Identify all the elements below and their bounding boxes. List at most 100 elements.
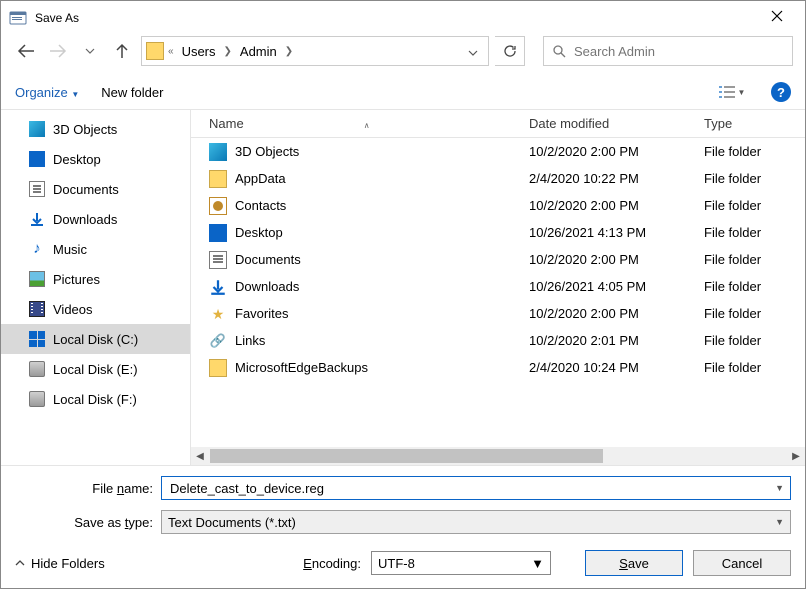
up-arrow-icon	[115, 43, 129, 59]
address-dropdown[interactable]	[462, 44, 484, 59]
row-name: Contacts	[235, 198, 529, 213]
row-date: 10/2/2020 2:01 PM	[529, 333, 704, 348]
chevron-down-icon[interactable]: ▼	[775, 483, 784, 493]
breadcrumb[interactable]: Admin	[236, 42, 281, 61]
tree-item-label: 3D Objects	[53, 122, 117, 137]
col-name[interactable]: Name	[209, 116, 244, 131]
encoding-select[interactable]: UTF-8 ▼	[371, 551, 551, 575]
desktop-icon	[209, 224, 227, 242]
forward-arrow-icon	[49, 44, 67, 58]
3d-icon	[29, 121, 45, 137]
recent-dropdown[interactable]	[77, 38, 103, 64]
scroll-right-icon[interactable]: ▶	[787, 451, 805, 462]
folder-icon	[146, 42, 164, 60]
list-row[interactable]: Documents10/2/2020 2:00 PMFile folder	[191, 246, 805, 273]
scroll-thumb[interactable]	[210, 449, 603, 463]
help-button[interactable]: ?	[771, 82, 791, 102]
column-headers[interactable]: Name∧ Date modified Type	[191, 110, 805, 138]
search-input[interactable]	[572, 43, 784, 60]
filename-field[interactable]: ▼	[161, 476, 791, 500]
address-bar[interactable]: « Users ❯ Admin ❯	[141, 36, 489, 66]
row-date: 10/26/2021 4:13 PM	[529, 225, 704, 240]
footer: Hide Folders Encoding: UTF-8 ▼ Save Canc…	[1, 538, 805, 588]
tree-item-label: Pictures	[53, 272, 100, 287]
close-icon	[771, 10, 783, 22]
tree-item-label: Downloads	[53, 212, 117, 227]
organize-menu[interactable]: Organize ▼	[15, 85, 79, 100]
tree-item-label: Local Disk (F:)	[53, 392, 137, 407]
tree-item[interactable]: Videos	[1, 294, 190, 324]
down-icon	[29, 211, 45, 227]
scroll-track[interactable]	[209, 448, 787, 464]
tree-item-label: Desktop	[53, 152, 101, 167]
list-row[interactable]: Desktop10/26/2021 4:13 PMFile folder	[191, 219, 805, 246]
tree-item[interactable]: Pictures	[1, 264, 190, 294]
disk-icon	[29, 361, 45, 377]
save-form: File name: ▼ Save as type: Text Document…	[1, 466, 805, 538]
rows[interactable]: 3D Objects10/2/2020 2:00 PMFile folderAp…	[191, 138, 805, 447]
row-name: MicrosoftEdgeBackups	[235, 360, 529, 375]
row-type: File folder	[704, 225, 761, 240]
tree-item[interactable]: Local Disk (F:)	[1, 384, 190, 414]
tree-item[interactable]: Documents	[1, 174, 190, 204]
music-icon: ♪	[29, 241, 45, 257]
list-row[interactable]: AppData2/4/2020 10:22 PMFile folder	[191, 165, 805, 192]
col-type[interactable]: Type	[704, 116, 805, 131]
tree-item-label: Music	[53, 242, 87, 257]
row-date: 10/2/2020 2:00 PM	[529, 252, 704, 267]
hide-folders-label: Hide Folders	[31, 556, 105, 571]
search-box[interactable]	[543, 36, 793, 66]
win-icon	[29, 331, 45, 347]
search-icon	[552, 44, 566, 58]
row-name: Downloads	[235, 279, 529, 294]
up-button[interactable]	[109, 38, 135, 64]
chevron-down-icon[interactable]: ▼	[531, 556, 544, 571]
tree-item[interactable]: Desktop	[1, 144, 190, 174]
encoding-label: Encoding:	[303, 556, 361, 571]
save-button[interactable]: Save	[585, 550, 683, 576]
filename-input[interactable]	[168, 480, 775, 497]
cancel-button[interactable]: Cancel	[693, 550, 791, 576]
list-row[interactable]: ★Favorites10/2/2020 2:00 PMFile folder	[191, 300, 805, 327]
tree-item[interactable]: 3D Objects	[1, 114, 190, 144]
row-type: File folder	[704, 144, 761, 159]
contacts-icon	[209, 197, 227, 215]
horizontal-scrollbar[interactable]: ◀ ▶	[191, 447, 805, 465]
row-name: Links	[235, 333, 529, 348]
row-type: File folder	[704, 360, 761, 375]
list-row[interactable]: Contacts10/2/2020 2:00 PMFile folder	[191, 192, 805, 219]
row-name: AppData	[235, 171, 529, 186]
list-row[interactable]: 3D Objects10/2/2020 2:00 PMFile folder	[191, 138, 805, 165]
tree-item[interactable]: Local Disk (E:)	[1, 354, 190, 384]
forward-button[interactable]	[45, 38, 71, 64]
link-icon: 🔗	[209, 332, 227, 350]
refresh-button[interactable]	[495, 36, 525, 66]
nav-tree[interactable]: 3D Objects Desktop Documents Downloads ♪ Musi…	[1, 110, 191, 465]
new-folder-button[interactable]: New folder	[101, 85, 163, 100]
view-options-button[interactable]: ▼	[715, 81, 749, 103]
close-button[interactable]	[757, 9, 797, 27]
row-name: 3D Objects	[235, 144, 529, 159]
file-list: Name∧ Date modified Type 3D Objects10/2/…	[191, 110, 805, 465]
savetype-field[interactable]: Text Documents (*.txt) ▼	[161, 510, 791, 534]
hide-folders-button[interactable]: Hide Folders	[15, 556, 105, 571]
doc-icon	[29, 181, 45, 197]
tree-item[interactable]: Local Disk (C:)	[1, 324, 190, 354]
row-type: File folder	[704, 198, 761, 213]
list-row[interactable]: 🔗Links10/2/2020 2:01 PMFile folder	[191, 327, 805, 354]
tree-item[interactable]: ♪ Music	[1, 234, 190, 264]
list-row[interactable]: MicrosoftEdgeBackups2/4/2020 10:24 PMFil…	[191, 354, 805, 381]
tree-item-label: Videos	[53, 302, 93, 317]
tree-item[interactable]: Downloads	[1, 204, 190, 234]
back-button[interactable]	[13, 38, 39, 64]
chevron-right-icon: ❯	[283, 46, 295, 57]
row-date: 10/26/2021 4:05 PM	[529, 279, 704, 294]
row-date: 10/2/2020 2:00 PM	[529, 306, 704, 321]
list-row[interactable]: Downloads10/26/2021 4:05 PMFile folder	[191, 273, 805, 300]
col-date[interactable]: Date modified	[529, 116, 704, 131]
chevron-down-icon	[468, 50, 478, 56]
row-name: Favorites	[235, 306, 529, 321]
scroll-left-icon[interactable]: ◀	[191, 451, 209, 462]
breadcrumb[interactable]: Users	[178, 42, 220, 61]
chevron-down-icon[interactable]: ▼	[775, 517, 784, 527]
